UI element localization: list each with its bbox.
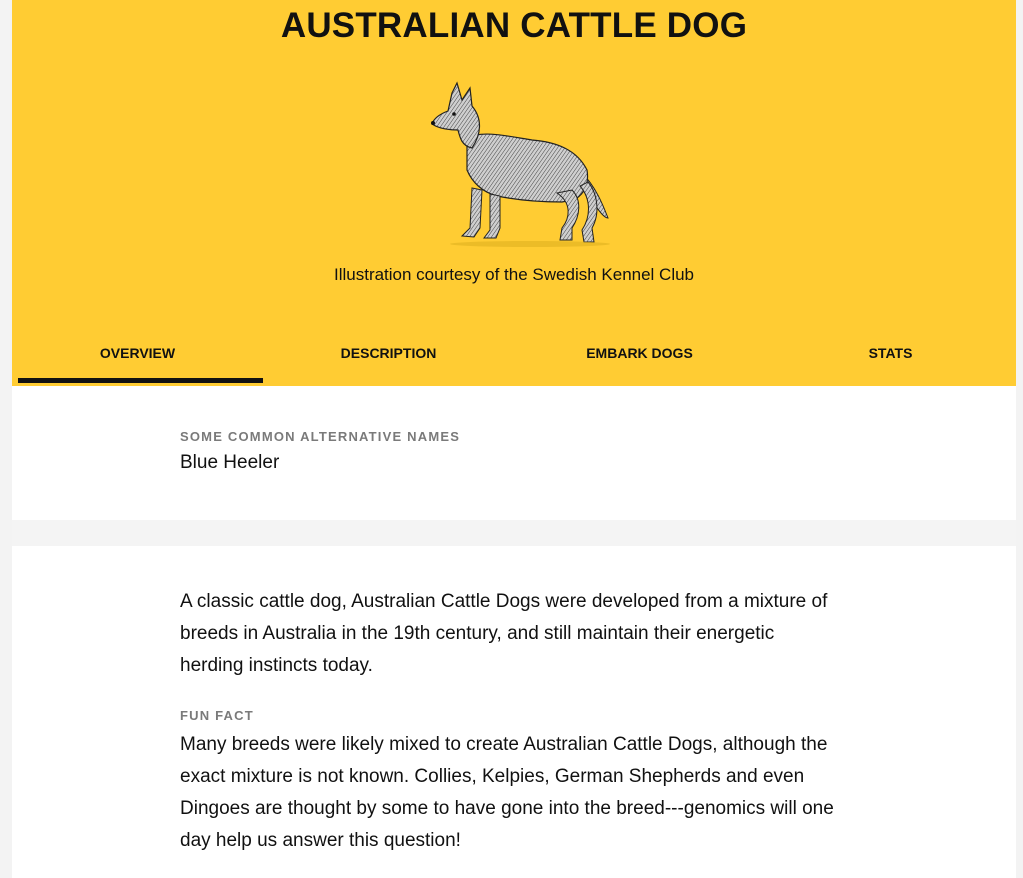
tab-stats[interactable]: STATS [765, 340, 1016, 386]
page-frame: AUSTRALIAN CATTLE DOG Illustration court… [12, 0, 1016, 878]
dog-illustration [431, 81, 610, 247]
overview-card: A classic cattle dog, Australian Cattle … [12, 546, 1016, 878]
fun-fact-text: Many breeds were likely mixed to create … [180, 734, 834, 851]
breed-hero: AUSTRALIAN CATTLE DOG Illustration court… [12, 0, 1016, 386]
breed-description: A classic cattle dog, Australian Cattle … [180, 591, 828, 676]
tab-description[interactable]: DESCRIPTION [263, 340, 514, 386]
image-caption: Illustration courtesy of the Swedish Ken… [333, 265, 695, 284]
alternative-names-label: SOME COMMON ALTERNATIVE NAMES [180, 429, 461, 444]
tab-embark-dogs[interactable]: EMBARK DOGS [514, 340, 765, 386]
alternative-names-card: SOME COMMON ALTERNATIVE NAMES Blue Heele… [12, 386, 1016, 520]
breed-tabs: OVERVIEW DESCRIPTION EMBARK DOGS STATS [12, 340, 1016, 386]
page-title: AUSTRALIAN CATTLE DOG [280, 6, 748, 45]
fun-fact-label: FUN FACT [180, 708, 254, 723]
tab-overview[interactable]: OVERVIEW [12, 340, 263, 386]
alternative-names-value: Blue Heeler [180, 452, 280, 473]
